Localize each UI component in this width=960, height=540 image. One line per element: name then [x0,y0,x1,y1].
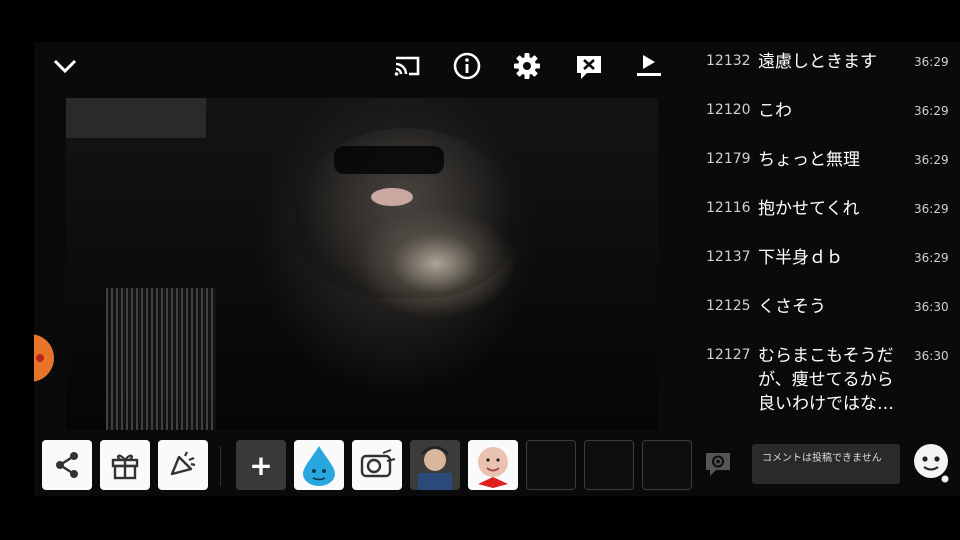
info-icon[interactable] [450,50,484,82]
list-item: 12127 むらまこもそうだが、痩せてるから良いわけではな… 36:30 [690,344,960,424]
video-background [66,98,206,138]
sticker-camera[interactable] [352,440,402,490]
comment-off-icon[interactable] [572,50,606,84]
video-stream[interactable] [66,98,658,430]
comment-text: 下半身ｄｂ [758,248,843,268]
bottom-toolbar: + [34,436,692,492]
comment-time: 36:30 [914,349,949,363]
striped-fabric [106,288,216,430]
sunglasses [334,146,444,174]
comment-number: 12132 [706,53,751,69]
list-item: 12179 ちょっと無理 36:29 [690,148,960,178]
smiley-avatar-icon[interactable] [910,442,952,484]
empty-slot-1[interactable] [526,440,576,490]
list-item: 12137 下半身ｄｂ 36:29 [690,246,960,276]
comment-time: 36:29 [914,202,949,216]
comment-time: 36:29 [914,55,949,69]
gift-icon [111,454,139,480]
comment-time: 36:30 [914,300,949,314]
comment-time: 36:29 [914,251,949,265]
add-item-button[interactable]: + [236,440,286,490]
sticker-water-drop[interactable] [294,440,344,490]
empty-slot-2[interactable] [584,440,634,490]
list-item: 12120 こわ 36:29 [690,99,960,129]
comment-number: 12125 [706,298,751,314]
comment-text: 抱かせてくれ [758,199,860,219]
sticker-avatar-2[interactable] [468,440,518,490]
sticker-avatar-1[interactable] [410,440,460,490]
list-item: 12125 くさそう 36:30 [690,295,960,325]
top-bar [34,42,686,94]
player-app: + 12132 遠慮しときます 36:29 12120 こわ 36:29 121 [34,42,960,496]
empty-slot-3[interactable] [642,440,692,490]
comment-text: むらまこもそうだが、痩せてるから良いわけではな… [758,346,894,414]
comment-number: 12137 [706,249,751,265]
side-drawer-handle[interactable] [34,334,54,382]
comment-input[interactable]: コメントは投稿できません [752,444,900,484]
comment-time: 36:29 [914,104,949,118]
toolbar-divider [220,446,221,486]
megaphone-icon [170,451,196,476]
comment-list[interactable]: 12132 遠慮しときます 36:29 12120 こわ 36:29 12179… [690,42,960,442]
announce-button[interactable] [158,440,208,490]
cast-icon[interactable] [390,50,424,82]
playlist-icon[interactable] [632,50,666,82]
handle-dot [36,354,44,362]
comment-settings-icon[interactable] [704,450,732,478]
comment-time: 36:29 [914,153,949,167]
chevron-down-icon[interactable] [48,52,82,80]
share-button[interactable] [42,440,92,490]
comment-number: 12127 [706,347,751,363]
list-item: 12116 抱かせてくれ 36:29 [690,197,960,227]
comment-text: くさそう [758,297,826,317]
comment-number: 12179 [706,151,751,167]
mouth [371,188,413,206]
comment-bar: コメントは投稿できません [690,442,960,496]
share-icon [56,452,78,478]
comment-text: 遠慮しときます [758,52,877,72]
comment-number: 12116 [706,200,751,216]
gear-icon[interactable] [510,50,544,82]
comment-text: ちょっと無理 [758,150,860,170]
gift-button[interactable] [100,440,150,490]
comment-text: こわ [758,101,792,121]
list-item: 12132 遠慮しときます 36:29 [690,50,960,80]
comment-number: 12120 [706,102,751,118]
